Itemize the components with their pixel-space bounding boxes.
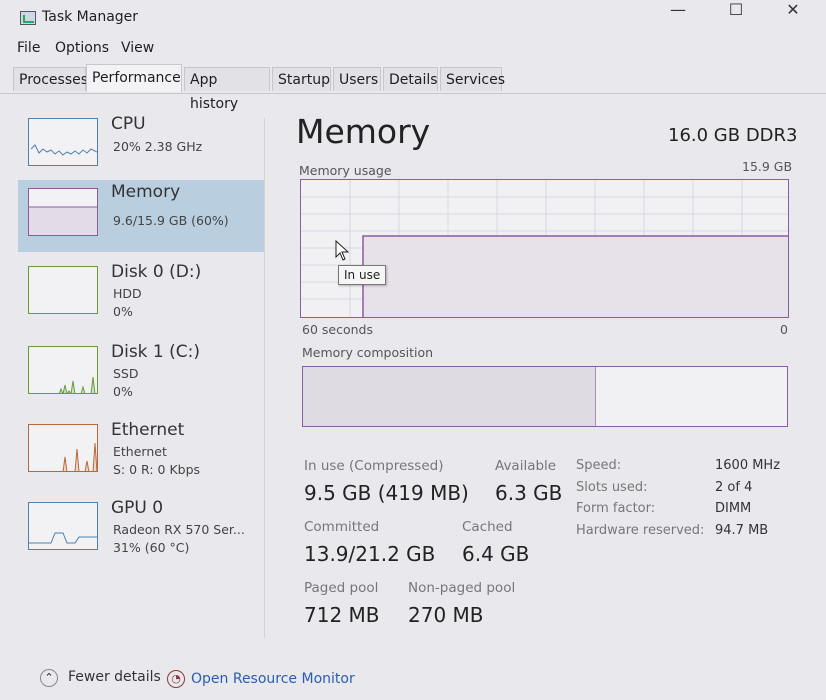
sidebar-detail: S: 0 R: 0 Kbps	[113, 462, 201, 477]
non-paged-pool-label: Non-paged pool	[408, 580, 516, 596]
sidebar-title: Disk 0 (D:)	[111, 262, 202, 282]
sidebar-item-disk-1[interactable]: Disk 1 (C:) SSD 0%	[18, 340, 264, 412]
maximize-button[interactable]: ☐	[714, 0, 758, 20]
speed-value: 1600 MHz	[715, 458, 781, 473]
memory-usage-plot	[301, 180, 788, 317]
page-title: Memory	[296, 112, 431, 151]
tab-startup[interactable]: Startup	[272, 67, 331, 91]
available-value: 6.3 GB	[495, 481, 563, 505]
in-use-value: 9.5 GB (419 MB)	[304, 481, 469, 505]
memory-spec: 16.0 GB DDR3	[668, 125, 798, 146]
sidebar-detail: 0%	[113, 384, 133, 399]
slots-used-label: Slots used:	[576, 480, 648, 495]
close-button[interactable]: ✕	[771, 0, 815, 20]
in-use-tooltip: In use	[338, 265, 387, 285]
tab-details[interactable]: Details	[383, 67, 438, 91]
task-manager-icon	[20, 11, 36, 25]
resource-monitor-icon[interactable]: ◔	[167, 670, 185, 688]
in-use-label: In use (Compressed)	[304, 458, 444, 474]
memory-composition-bar[interactable]	[302, 366, 788, 427]
minimize-button[interactable]: —	[656, 0, 700, 20]
menu-bar: File Options View	[0, 38, 826, 62]
cpu-thumbnail-graph	[28, 118, 98, 166]
sidebar-item-ethernet[interactable]: Ethernet Ethernet S: 0 R: 0 Kbps	[18, 418, 264, 490]
tab-processes[interactable]: Processes	[13, 67, 88, 91]
disk-0-thumbnail-graph	[28, 266, 98, 314]
composition-in-use-segment	[303, 367, 596, 426]
sidebar-detail: Radeon RX 570 Ser...	[113, 522, 245, 537]
menu-file[interactable]: File	[17, 40, 40, 56]
memory-usage-max: 15.9 GB	[742, 159, 793, 174]
tab-app-history[interactable]: App history	[184, 67, 270, 112]
memory-usage-label: Memory usage	[299, 163, 392, 178]
form-factor-value: DIMM	[715, 501, 752, 516]
memory-thumbnail-graph	[28, 188, 98, 236]
hardware-reserved-value: 94.7 MB	[715, 523, 769, 538]
chevron-up-icon[interactable]: ⌃	[40, 669, 58, 687]
sidebar-detail: 9.6/15.9 GB (60%)	[113, 213, 229, 228]
open-resource-monitor-link[interactable]: Open Resource Monitor	[191, 671, 355, 687]
disk-1-thumbnail-graph	[28, 346, 98, 394]
speed-label: Speed:	[576, 458, 622, 473]
cached-value: 6.4 GB	[462, 542, 530, 566]
sidebar-title: Disk 1 (C:)	[111, 342, 201, 362]
sidebar-detail: Ethernet	[113, 444, 167, 459]
mouse-cursor-icon	[335, 240, 350, 261]
non-paged-pool-value: 270 MB	[408, 603, 484, 627]
memory-composition-label: Memory composition	[302, 345, 434, 360]
gpu-thumbnail-graph	[28, 502, 98, 550]
committed-value: 13.9/21.2 GB	[304, 542, 436, 566]
menu-view[interactable]: View	[121, 40, 154, 56]
sidebar-item-disk-0[interactable]: Disk 0 (D:) HDD 0%	[18, 260, 264, 332]
cached-label: Cached	[462, 519, 513, 535]
graph-time-span: 60 seconds	[302, 322, 373, 337]
available-label: Available	[495, 458, 557, 474]
sidebar-item-memory[interactable]: Memory 9.6/15.9 GB (60%)	[18, 180, 264, 252]
graph-time-end: 0	[780, 322, 788, 337]
hardware-reserved-label: Hardware reserved:	[576, 523, 705, 538]
title-bar: Task Manager — ☐ ✕	[0, 0, 826, 36]
tab-users[interactable]: Users	[333, 67, 381, 91]
sidebar-item-cpu[interactable]: CPU 20% 2.38 GHz	[18, 112, 264, 184]
menu-options[interactable]: Options	[55, 40, 109, 56]
sidebar-divider	[264, 118, 265, 638]
slots-used-value: 2 of 4	[715, 480, 753, 495]
fewer-details-button[interactable]: Fewer details	[68, 669, 161, 685]
tab-bar: Processes Performance App history Startu…	[0, 64, 826, 112]
sidebar-detail: HDD	[113, 286, 142, 301]
paged-pool-value: 712 MB	[304, 603, 380, 627]
sidebar-detail: 31% (60 °C)	[113, 540, 190, 555]
memory-usage-graph[interactable]	[300, 179, 789, 318]
tab-divider	[0, 93, 826, 94]
ethernet-thumbnail-graph	[28, 424, 98, 472]
sidebar-title: GPU 0	[111, 498, 164, 518]
sidebar-title: Ethernet	[111, 420, 185, 440]
sidebar-title: Memory	[111, 182, 181, 202]
window-title: Task Manager	[42, 9, 139, 25]
tab-performance[interactable]: Performance	[86, 64, 182, 92]
paged-pool-label: Paged pool	[304, 580, 379, 596]
sidebar-item-gpu-0[interactable]: GPU 0 Radeon RX 570 Ser... 31% (60 °C)	[18, 496, 264, 568]
sidebar-detail: 20% 2.38 GHz	[113, 139, 203, 154]
sidebar-detail: SSD	[113, 366, 139, 381]
sidebar-detail: 0%	[113, 304, 133, 319]
committed-label: Committed	[304, 519, 380, 535]
tab-services[interactable]: Services	[440, 67, 505, 91]
sidebar-title: CPU	[111, 114, 146, 134]
form-factor-label: Form factor:	[576, 501, 656, 516]
